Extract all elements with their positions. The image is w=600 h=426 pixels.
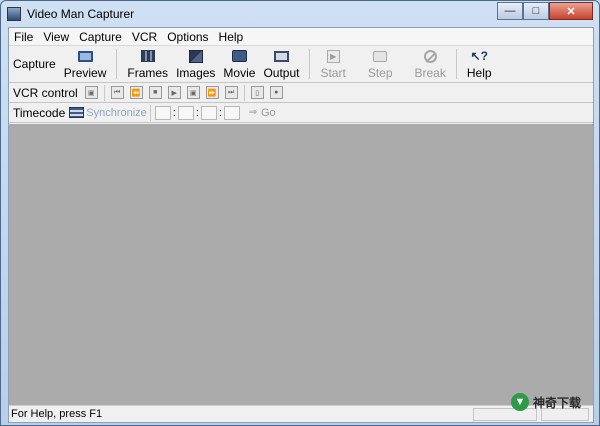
title-bar[interactable]: Video Man Capturer — □ ✕: [1, 1, 599, 27]
window-controls: — □ ✕: [497, 2, 593, 20]
timecode-hours-field[interactable]: [154, 105, 171, 120]
vcr-toolbar-label: VCR control: [13, 85, 78, 100]
toolbar-separator: [309, 49, 311, 79]
frames-button[interactable]: Frames: [123, 46, 172, 83]
menu-help[interactable]: Help: [214, 28, 249, 46]
images-icon: [188, 49, 204, 64]
capture-toolbar: Capture Preview Frames Images Movie Outp…: [9, 46, 593, 83]
break-icon: [422, 49, 438, 64]
eject-icon[interactable]: ▣: [84, 86, 98, 99]
frame-icon[interactable]: ▯: [250, 86, 264, 99]
app-window: Video Man Capturer — □ ✕ File View Captu…: [0, 0, 600, 426]
output-button[interactable]: Output: [259, 46, 303, 83]
timecode-seconds-field[interactable]: [200, 105, 217, 120]
help-label: Help: [466, 65, 492, 80]
watermark-text: 神奇下载: [533, 395, 582, 410]
record-icon[interactable]: ●: [269, 86, 283, 99]
minimize-button[interactable]: —: [497, 2, 523, 20]
menu-bar: File View Capture VCR Options Help: [9, 28, 593, 46]
menu-capture[interactable]: Capture: [74, 28, 127, 46]
capture-toolbar-label: Capture: [13, 57, 56, 71]
pause-icon[interactable]: ▣: [186, 86, 200, 99]
timecode-separator: :: [195, 106, 199, 119]
fast-forward-icon[interactable]: ⏩: [205, 86, 219, 99]
output-icon: [273, 49, 289, 64]
menu-file[interactable]: File: [9, 28, 38, 46]
timecode-separator: :: [172, 106, 176, 119]
step-button[interactable]: Step: [364, 46, 397, 83]
menu-view[interactable]: View: [38, 28, 74, 46]
break-label: Break: [414, 65, 446, 80]
help-icon: ↖?: [470, 49, 488, 63]
synchronize-button[interactable]: Synchronize: [86, 107, 147, 119]
break-button[interactable]: Break: [411, 46, 450, 83]
capture-work-area[interactable]: [9, 124, 593, 406]
stop-icon[interactable]: ■: [148, 86, 162, 99]
camera-icon: [372, 49, 388, 64]
menu-vcr[interactable]: VCR: [127, 28, 162, 46]
go-button[interactable]: Go: [261, 107, 276, 119]
client-area: File View Capture VCR Options Help Captu…: [8, 27, 594, 423]
toolbar-separator: [455, 49, 457, 79]
watermark-logo: ▼: [511, 393, 529, 411]
window-title: Video Man Capturer: [27, 7, 135, 21]
watermark: ▼ 神奇下载: [511, 393, 581, 411]
go-icon[interactable]: ⇒: [247, 107, 259, 119]
timecode-minutes-field[interactable]: [177, 105, 194, 120]
help-button[interactable]: ↖? Help: [463, 46, 496, 83]
timecode-toolbar: Timecode Synchronize : : : ⇒ Go: [9, 103, 593, 123]
step-label: Step: [367, 65, 393, 80]
timecode-separator: :: [218, 106, 222, 119]
maximize-button[interactable]: □: [523, 2, 549, 20]
play-icon[interactable]: ▶: [167, 86, 181, 99]
toolbar-separator: [243, 84, 245, 101]
play-icon: ▶: [325, 49, 341, 64]
images-label: Images: [176, 65, 216, 80]
rewind-start-icon[interactable]: ⏮: [110, 86, 124, 99]
timecode-frames-field[interactable]: [223, 105, 240, 120]
status-bar: For Help, press F1: [9, 405, 593, 422]
toolbar-separator: [103, 84, 105, 101]
start-label: Start: [320, 65, 346, 80]
close-button[interactable]: ✕: [549, 2, 593, 20]
images-button[interactable]: Images: [172, 46, 219, 83]
timecode-toolbar-label: Timecode: [13, 105, 66, 120]
monitor-icon: [77, 49, 93, 64]
movie-button[interactable]: Movie: [219, 46, 259, 83]
vcr-toolbar: VCR control ▣ ⏮ ⏪ ■ ▶ ▣ ⏩ ⏭ ▯ ●: [9, 83, 593, 103]
output-label: Output: [263, 65, 300, 80]
status-help-text: For Help, press F1: [11, 408, 103, 420]
preview-button[interactable]: Preview: [60, 46, 111, 83]
toolbar-separator: [149, 104, 151, 121]
frames-icon: [140, 49, 156, 64]
app-icon: [7, 7, 21, 21]
rewind-icon[interactable]: ⏪: [129, 86, 143, 99]
forward-end-icon[interactable]: ⏭: [224, 86, 238, 99]
frames-label: Frames: [127, 65, 169, 80]
movie-icon: [231, 49, 247, 64]
synchronize-icon[interactable]: [69, 107, 85, 118]
toolbar-separator: [116, 49, 118, 79]
menu-options[interactable]: Options: [162, 28, 213, 46]
movie-label: Movie: [223, 65, 256, 80]
preview-label: Preview: [63, 65, 107, 80]
start-button[interactable]: ▶ Start: [316, 46, 349, 83]
